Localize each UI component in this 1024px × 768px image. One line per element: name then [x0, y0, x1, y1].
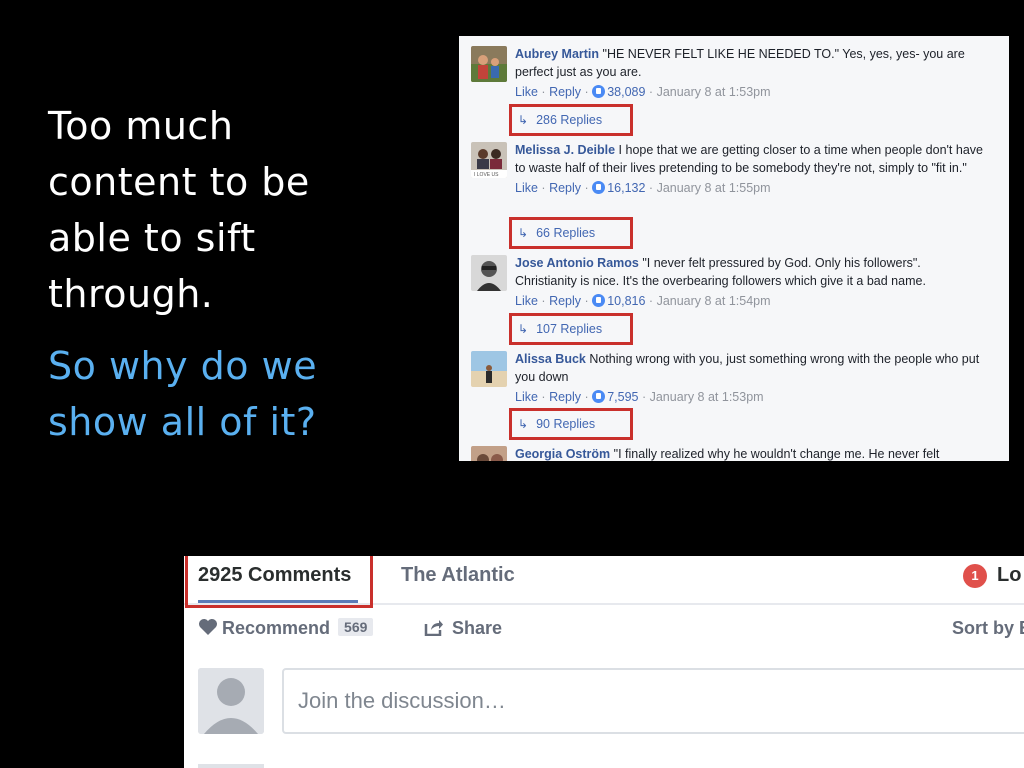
replies-count: 107 Replies [536, 322, 603, 336]
heart-icon [199, 619, 217, 635]
like-icon [592, 294, 606, 307]
replies-count: 66 Replies [536, 226, 596, 240]
like-count[interactable]: 16,132 [607, 181, 645, 195]
replies-count: 286 Replies [536, 113, 603, 127]
commenter-name[interactable]: Melissa J. Deible [515, 143, 615, 157]
sort-dropdown[interactable]: Sort by B [952, 618, 1024, 639]
separator: · [648, 294, 654, 308]
slide-line: Too much [48, 104, 234, 148]
like-link[interactable]: Like [515, 294, 538, 308]
like-link[interactable]: Like [515, 181, 538, 195]
separator: · [584, 181, 589, 195]
share-icon [424, 620, 443, 637]
like-count[interactable]: 10,816 [607, 294, 645, 308]
like-link[interactable]: Like [515, 85, 538, 99]
tab-bar: 2925 Comments The Atlantic 1 Lo [184, 556, 1024, 608]
comment-meta: Like · Reply · 7,595 · January 8 at 1:53… [515, 389, 985, 407]
reply-link[interactable]: Reply [549, 294, 581, 308]
commenter-name[interactable]: Alissa Buck [515, 352, 586, 366]
slide-question-line: So why do we [48, 344, 318, 388]
reply-arrow-icon: ↳ [518, 417, 529, 431]
share-label: Share [452, 618, 503, 638]
reply-arrow-icon: ↳ [518, 113, 529, 127]
reply-link[interactable]: Reply [549, 85, 581, 99]
comment-time[interactable]: January 8 at 1:54pm [657, 294, 771, 308]
like-icon [592, 85, 606, 98]
replies-count: 90 Replies [536, 417, 596, 431]
notification-badge[interactable]: 1 [963, 564, 987, 588]
tab-site[interactable]: The Atlantic [401, 564, 515, 587]
comment-time[interactable]: January 8 at 1:53pm [650, 390, 764, 404]
facebook-comments-screenshot: Aubrey Martin "HE NEVER FELT LIKE HE NEE… [459, 36, 1009, 461]
replies-button[interactable]: ↳ 107 Replies [509, 313, 633, 345]
recommend-count: 569 [338, 618, 374, 636]
separator: · [541, 85, 546, 99]
separator: · [541, 181, 546, 195]
replies-button[interactable]: ↳ 90 Replies [509, 408, 633, 440]
separator: · [541, 294, 546, 308]
comment-input[interactable]: Join the discussion… [282, 668, 1024, 734]
avatar [471, 446, 507, 461]
comment-time[interactable]: January 8 at 1:55pm [657, 181, 771, 195]
replies-button[interactable]: ↳ 66 Replies [509, 217, 633, 249]
svg-text:I LOVE US: I LOVE US [474, 172, 499, 178]
slide-question-line: show all of it? [48, 400, 317, 444]
recommend-button[interactable]: Recommend 569 [198, 618, 374, 639]
slide-line: content to be [48, 160, 310, 204]
commenter-name[interactable]: Aubrey Martin [515, 47, 599, 61]
comments-count-highlight [185, 556, 373, 608]
comment-text: "I finally realized why he wouldn't chan… [613, 447, 940, 461]
separator: · [584, 85, 589, 99]
next-avatar-edge [198, 764, 264, 768]
slide-text: Too much content to be able to sift thro… [48, 98, 348, 450]
separator: · [641, 390, 647, 404]
like-count[interactable]: 38,089 [607, 85, 645, 99]
reply-arrow-icon: ↳ [518, 322, 529, 336]
avatar [471, 255, 507, 291]
avatar: I LOVE US [471, 142, 507, 178]
like-icon [592, 390, 606, 403]
separator: · [541, 390, 546, 404]
user-avatar-placeholder [198, 668, 264, 734]
slide-line: able to sift [48, 216, 256, 260]
comment-time[interactable]: January 8 at 1:53pm [657, 85, 771, 99]
slide-gap [48, 322, 348, 338]
like-link[interactable]: Like [515, 390, 538, 404]
avatar [471, 351, 507, 387]
comment-meta: Like · Reply · 38,089 · January 8 at 1:5… [515, 84, 985, 102]
share-button[interactable]: Share [424, 618, 502, 639]
commenter-name[interactable]: Georgia Oström [515, 447, 610, 461]
reply-link[interactable]: Reply [549, 181, 581, 195]
reply-link[interactable]: Reply [549, 390, 581, 404]
disqus-comments-panel: 2925 Comments The Atlantic 1 Lo Recommen… [184, 556, 1024, 768]
avatar [471, 46, 507, 82]
separator: · [648, 181, 654, 195]
separator: · [584, 294, 589, 308]
comment-meta: Like · Reply · 16,132 · January 8 at 1:5… [515, 180, 985, 198]
separator: · [584, 390, 589, 404]
separator: · [648, 85, 654, 99]
login-button[interactable]: Lo [997, 564, 1021, 587]
recommend-label: Recommend [222, 618, 331, 638]
like-count[interactable]: 7,595 [607, 390, 638, 404]
slide-line: through. [48, 272, 214, 316]
comment-meta: Like · Reply · 10,816 · January 8 at 1:5… [515, 293, 985, 311]
like-icon [592, 181, 606, 194]
replies-button[interactable]: ↳ 286 Replies [509, 104, 633, 136]
commenter-name[interactable]: Jose Antonio Ramos [515, 256, 639, 270]
reply-arrow-icon: ↳ [518, 226, 529, 240]
